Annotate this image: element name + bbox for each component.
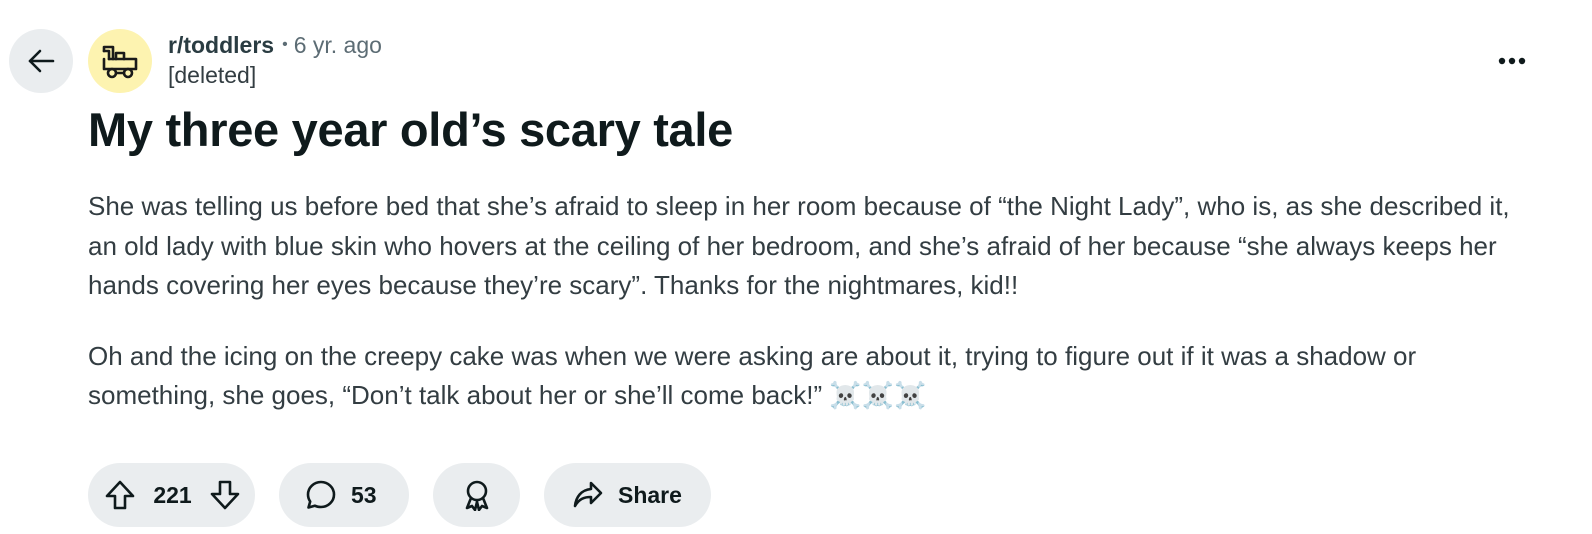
downvote-button[interactable] (209, 479, 241, 511)
vote-count: 221 (153, 481, 192, 508)
post-author: [deleted] (168, 62, 257, 88)
more-options-button[interactable] (1484, 44, 1540, 78)
arrow-up-icon (104, 479, 136, 511)
back-button[interactable] (9, 29, 73, 93)
share-button[interactable]: Share (544, 463, 711, 527)
comments-button[interactable]: 53 (279, 463, 409, 527)
subreddit-link[interactable]: r/toddlers (168, 30, 274, 60)
subreddit-avatar[interactable] (88, 29, 152, 93)
train-icon (100, 41, 140, 81)
post-meta: r/toddlers • 6 yr. ago [deleted] (168, 30, 382, 90)
post-actions: 221 53 Share (88, 463, 711, 527)
share-label: Share (618, 481, 682, 508)
arrow-down-icon (209, 479, 241, 511)
overflow-menu-icon (1498, 57, 1526, 65)
vote-control: 221 (88, 463, 255, 527)
award-icon (461, 479, 493, 511)
meta-separator: • (282, 36, 288, 53)
speech-bubble-icon (305, 479, 337, 511)
share-arrow-icon (572, 479, 604, 511)
post-body: She was telling us before bed that she’s… (88, 187, 1533, 416)
upvote-button[interactable] (104, 479, 136, 511)
arrow-left-icon (26, 46, 56, 76)
post-paragraph: Oh and the icing on the creepy cake was … (88, 340, 1417, 411)
award-button[interactable] (433, 463, 520, 527)
post-page: r/toddlers • 6 yr. ago [deleted] My thre… (0, 0, 1592, 534)
comment-count: 53 (351, 481, 377, 508)
post-age: 6 yr. ago (293, 32, 382, 58)
post-paragraph: She was telling us before bed that she’s… (88, 191, 1510, 300)
post-title: My three year old’s scary tale (88, 103, 733, 156)
